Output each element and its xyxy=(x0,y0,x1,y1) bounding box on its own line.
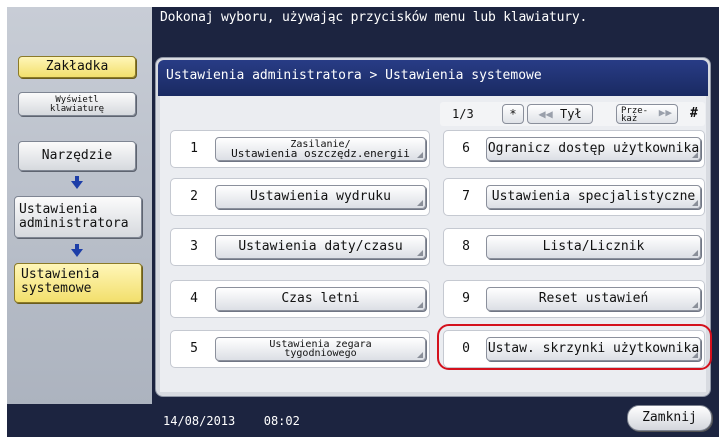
next-page-button[interactable]: Prze- każ ▶▶ xyxy=(616,104,678,124)
date-time-settings-button[interactable]: Ustawienia daty/czasu xyxy=(215,235,426,259)
menu-number-1: 1 xyxy=(190,141,198,156)
menu-number-9: 9 xyxy=(462,291,470,306)
tab-button[interactable]: Zakładka xyxy=(18,56,136,78)
arrow-down-icon xyxy=(71,181,83,189)
system-settings-button[interactable]: Ustawienia systemowe xyxy=(14,263,142,303)
breadcrumb: Ustawienia administratora > Ustawienia s… xyxy=(166,68,542,83)
expert-settings-label: Ustawienia specjalistyczne xyxy=(491,189,696,204)
close-button[interactable]: Zamknij xyxy=(627,405,712,431)
restrict-user-access-button[interactable]: Ogranicz dostęp użytkownika xyxy=(486,137,701,161)
tool-button[interactable]: Narzędzie xyxy=(18,141,136,171)
prev-page-label: Tył xyxy=(560,107,582,121)
star-key-label: * xyxy=(509,107,517,121)
double-chevron-right-icon: ▶▶ xyxy=(658,106,672,119)
menu-number-3: 3 xyxy=(190,239,198,254)
close-label: Zamknij xyxy=(642,410,697,425)
date-time-settings-label: Ustawienia daty/czasu xyxy=(238,239,403,254)
next-page-label-line2: każ xyxy=(621,114,638,124)
restrict-user-access-label: Ogranicz dostęp użytkownika xyxy=(487,141,700,156)
double-chevron-left-icon: ◀◀ xyxy=(538,107,553,121)
print-settings-button[interactable]: Ustawienia wydruku xyxy=(215,185,426,209)
system-settings-line1: Ustawienia xyxy=(21,267,100,282)
status-time: 08:02 xyxy=(263,414,300,428)
left-panel-footer xyxy=(7,404,152,437)
instruction-message: Dokonaj wyboru, używając przycisków menu… xyxy=(160,10,588,25)
page-indicator: 1/3 xyxy=(452,107,474,121)
star-key-button[interactable]: * xyxy=(502,104,524,124)
menu-number-8: 8 xyxy=(462,239,470,254)
menu-number-6: 6 xyxy=(462,141,470,156)
arrow-down-icon-2 xyxy=(71,249,83,257)
admin-settings-button[interactable]: Ustawienia administratora xyxy=(14,196,142,238)
reset-settings-button[interactable]: Reset ustawień xyxy=(486,287,701,311)
hash-key-label: # xyxy=(690,106,698,121)
expert-settings-button[interactable]: Ustawienia specjalistyczne xyxy=(486,185,701,209)
menu-number-2: 2 xyxy=(190,189,198,204)
highlight-outline xyxy=(437,324,712,370)
admin-settings-line1: Ustawienia xyxy=(19,202,98,217)
menu-number-7: 7 xyxy=(462,189,470,204)
show-keyboard-button[interactable]: Wyświetl klawiaturę xyxy=(18,92,136,116)
system-settings-line2: systemowe xyxy=(21,280,92,296)
menu-number-4: 4 xyxy=(190,291,198,306)
prev-page-button[interactable]: ◀◀ Tył xyxy=(527,104,593,124)
list-counter-label: Lista/Licznik xyxy=(542,239,645,254)
weekly-timer-settings-button[interactable]: Ustawienia zegara tygodniowego xyxy=(215,337,426,361)
list-counter-button[interactable]: Lista/Licznik xyxy=(486,235,701,259)
daylight-saving-label: Czas letni xyxy=(281,291,360,306)
status-bar: 14/08/2013 08:02 xyxy=(163,414,300,428)
print-settings-label: Ustawienia wydruku xyxy=(250,189,391,204)
admin-settings-line2: administratora xyxy=(19,215,129,231)
power-energy-line2: Ustawienia oszczędz.energii xyxy=(231,147,410,160)
show-keyboard-label-line2: klawiaturę xyxy=(49,104,105,115)
power-energy-settings-button[interactable]: Zasilanie/ Ustawienia oszczędz.energii xyxy=(215,137,426,161)
menu-number-5: 5 xyxy=(190,341,198,356)
reset-settings-label: Reset ustawień xyxy=(538,291,649,306)
daylight-saving-button[interactable]: Czas letni xyxy=(215,287,426,311)
weekly-timer-line2: tygodniowego xyxy=(284,348,357,359)
status-date: 14/08/2013 xyxy=(163,414,236,428)
